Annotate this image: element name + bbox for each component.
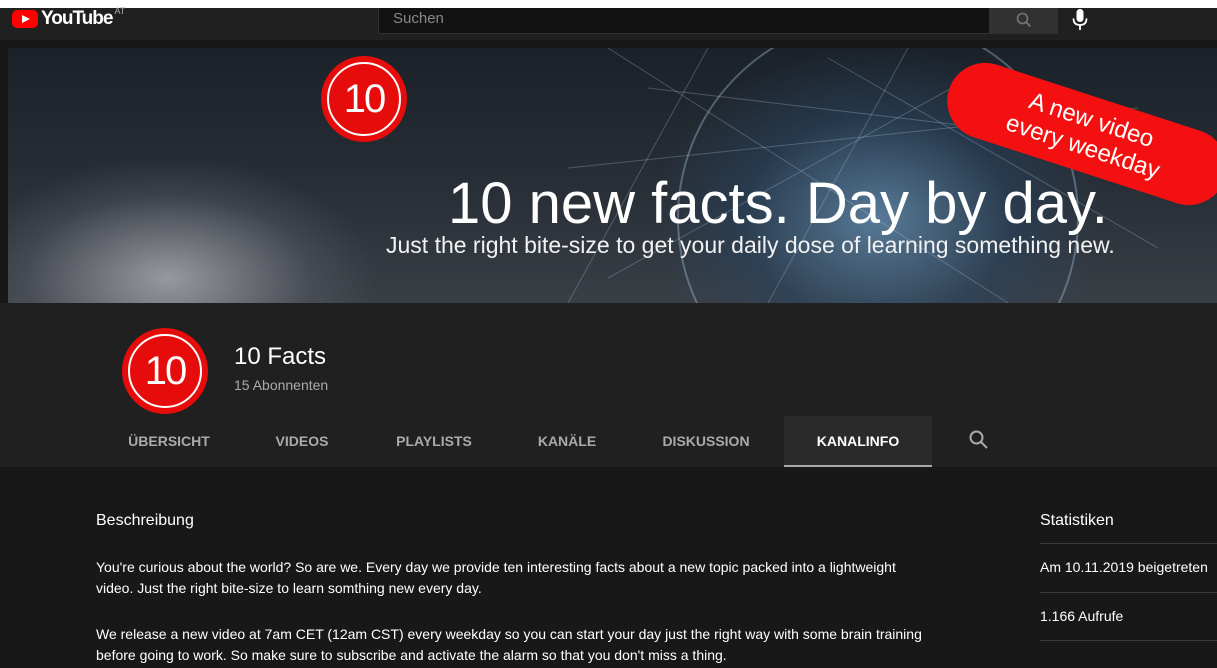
stats-view-count: 1.166 Aufrufe (1040, 608, 1124, 624)
tab-discussion[interactable]: DISKUSSION (636, 416, 776, 467)
youtube-logo[interactable]: YouTube AT (12, 6, 126, 30)
description-title: Beschreibung (96, 512, 194, 529)
description-paragraph-1: You're curious about the world? So are w… (96, 559, 896, 596)
tab-about[interactable]: KANALINFO (784, 416, 932, 467)
channel-banner: 10 A new video every weekday 10 new fact… (8, 48, 1217, 303)
banner-subline: Just the right bite-size to get your dai… (386, 232, 1115, 258)
search-button[interactable] (990, 8, 1058, 34)
banner-headline: 10 new facts. Day by day. (448, 171, 1108, 236)
avatar-number: 10 (144, 349, 188, 393)
description-paragraph-2: We release a new video at 7am CET (12am … (96, 626, 922, 663)
channel-header: 10 10 Facts 15 Abonnenten ÜBERSICHT VIDE… (0, 303, 1217, 467)
stats-title: Statistiken (1040, 512, 1114, 529)
mic-icon (1072, 9, 1088, 30)
logo-text: YouTube (41, 8, 113, 29)
channel-search-icon[interactable] (968, 429, 990, 451)
banner-logo-number: 10 (343, 77, 387, 121)
stats-divider (1040, 640, 1217, 641)
top-edge (0, 0, 1217, 8)
tab-videos[interactable]: VIDEOS (242, 416, 362, 467)
stats-joined-date: Am 10.11.2019 beigetreten (1040, 559, 1208, 575)
logo-country-code: AT (114, 6, 126, 16)
banner-logo: 10 (321, 56, 407, 142)
search-placeholder: Suchen (393, 10, 444, 27)
voice-search-button[interactable] (1070, 8, 1098, 34)
tab-channels[interactable]: KANÄLE (516, 416, 618, 467)
channel-avatar[interactable]: 10 (122, 328, 208, 414)
channel-name: 10 Facts (234, 343, 327, 370)
stats-divider (1040, 543, 1217, 544)
play-logo-icon (12, 10, 38, 28)
subscriber-count: 15 Abonnenten (234, 377, 329, 393)
search-icon (1016, 12, 1032, 28)
stats-divider (1040, 592, 1217, 593)
tab-overview[interactable]: ÜBERSICHT (96, 416, 242, 467)
search-input[interactable]: Suchen (378, 8, 990, 34)
tab-playlists[interactable]: PLAYLISTS (372, 416, 496, 467)
